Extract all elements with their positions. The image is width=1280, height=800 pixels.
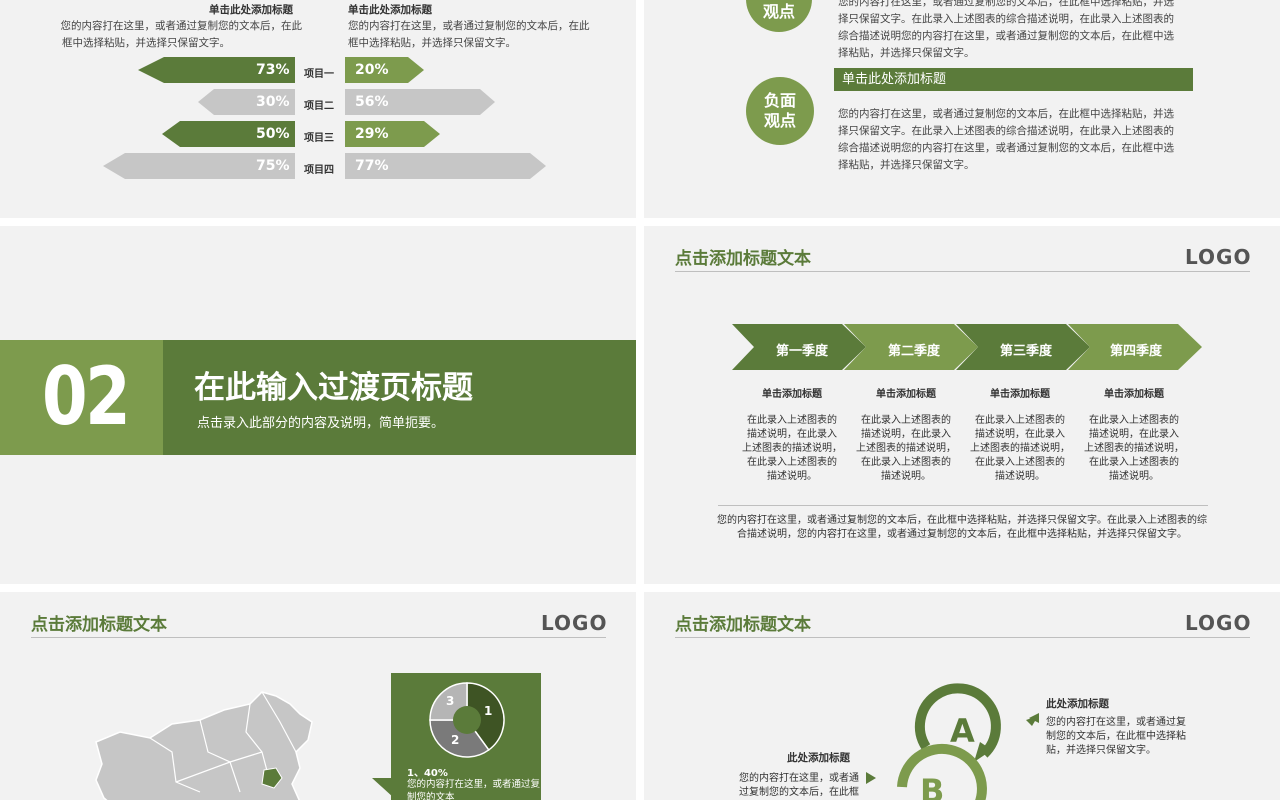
item-label-4: 项目四 <box>304 165 334 176</box>
quarter-column-4: 单击添加标题 在此录入上述图表的 描述说明，在此录入 上述图表的描述说明， 在此录入上… <box>1084 389 1184 482</box>
right-text: 您的内容打在这里，或者通过复 制您的文本后，在此框中选择粘 贴，并选择只保留文字。 <box>1046 717 1186 756</box>
china-map[interactable] <box>0 592 380 800</box>
bar-right-2-label: 56% <box>355 94 389 110</box>
item-label-1: 项目一 <box>304 69 334 80</box>
bar-left-1-label: 73% <box>256 62 290 78</box>
cycle-diagram <box>866 683 1039 800</box>
pie-chart <box>429 682 505 758</box>
negative-title-bar[interactable]: 单击此处添加标题 <box>834 68 1193 91</box>
pie-label-3: 3 <box>446 694 455 708</box>
quarters-summary: 您的内容打在这里，或者通过复制您的文本后，在此框中选择粘贴，并选择只保留文字。在… <box>717 515 1207 540</box>
slide-quarters[interactable]: 点击添加标题文本 LOGO 第一季度 第二季度 第三季度 第四季度 单击添加标题… <box>644 226 1280 584</box>
positive-badge: 观点 <box>746 0 812 32</box>
slide-cycle[interactable]: 点击添加标题文本 LOGO A B 此处添加标题 您的内容打在这里，或者通过复制… <box>644 592 1280 800</box>
quarter-label-2: 第二季度 <box>888 344 941 359</box>
left-pointer <box>866 772 876 784</box>
slide-section-divider[interactable]: 02 在此输入过渡页标题 点击录入此部分的内容及说明，简单扼要。 <box>0 226 636 584</box>
left-text: 您的内容打在这里，或者通 过复制您的文本后，在此框 <box>739 773 859 798</box>
card-item-text: 您的内容打在这里，或者通过复 制您的文本 <box>407 779 541 800</box>
section-title-block: 在此输入过渡页标题 点击录入此部分的内容及说明，简单扼要。 <box>163 340 636 455</box>
letter-b: B <box>920 772 945 800</box>
section-title[interactable]: 在此输入过渡页标题 <box>194 362 473 407</box>
quarter-column-2: 单击添加标题 在此录入上述图表的 描述说明，在此录入 上述图表的描述说明， 在此录入上… <box>856 389 956 482</box>
pie-label-2: 2 <box>451 733 460 747</box>
bar-left-2-label: 30% <box>256 94 290 110</box>
item-label-2: 项目二 <box>304 101 334 112</box>
negative-text: 您的内容打在这里，或者通过复制您的文本后，在此框中选择粘贴，并选 择只保留文字。… <box>838 108 1174 171</box>
slide-viewpoints[interactable]: 观点 您的内容打在这里，或者通过复制您的文本后，在此框中选择粘贴，并选 择只保留… <box>644 0 1280 218</box>
section-subtitle[interactable]: 点击录入此部分的内容及说明，简单扼要。 <box>197 412 444 431</box>
section-number: 02 <box>42 350 131 443</box>
quarter-label-1: 第一季度 <box>776 344 829 359</box>
bar-left-4-label: 75% <box>256 158 290 174</box>
letter-a: A <box>950 712 975 750</box>
left-heading: 此处添加标题 <box>787 752 850 764</box>
section-number-block: 02 <box>0 340 163 455</box>
quarter-label-4: 第四季度 <box>1110 344 1163 359</box>
slide-bar-comparison[interactable]: 单击此处添加标题 您的内容打在这里，或者通过复制您的文本后，在此 框中选择粘贴，… <box>0 0 636 218</box>
item-label-3: 项目三 <box>304 133 334 144</box>
bar-right-3-label: 29% <box>355 126 389 142</box>
slide-map[interactable]: 点击添加标题文本 LOGO 1 2 3 1、40% 您的内容打在这里，或者通过复… <box>0 592 636 800</box>
logo: LOGO <box>541 611 608 635</box>
pie-hole <box>453 706 481 734</box>
positive-text: 您的内容打在这里，或者通过复制您的文本后，在此框中选择粘贴，并选 择只保留文字。… <box>838 0 1174 59</box>
right-heading: 此处添加标题 <box>1046 698 1109 710</box>
callout-pointer <box>372 778 394 798</box>
bar-right-4-label: 77% <box>355 158 389 174</box>
quarter-label-3: 第三季度 <box>1000 344 1053 359</box>
quarter-column-1: 单击添加标题 在此录入上述图表的 描述说明，在此录入 上述图表的描述说明， 在此录入上… <box>742 389 842 482</box>
quarter-column-3: 单击添加标题 在此录入上述图表的 描述说明，在此录入 上述图表的描述说明， 在此录入上… <box>970 389 1070 482</box>
bar-right-1-label: 20% <box>355 62 389 78</box>
card-item-head: 1、40% <box>407 768 448 779</box>
bar-left-3-label: 50% <box>256 126 290 142</box>
negative-badge: 负面 观点 <box>746 77 814 145</box>
pie-label-1: 1 <box>484 704 493 718</box>
